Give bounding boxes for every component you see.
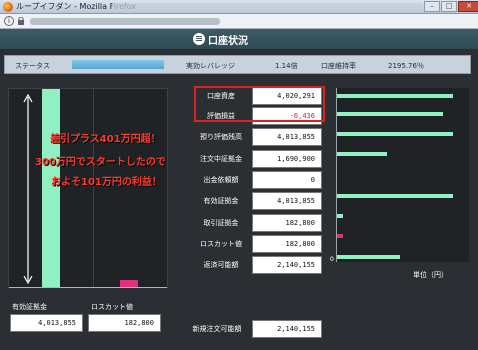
margin-chart [8, 88, 168, 288]
order-margin-value: 1,690,900 [252, 150, 322, 168]
new-order-label: 新規注文可能額 [192, 325, 242, 333]
status-indicator-bar [72, 60, 164, 69]
losscut-bar [120, 280, 138, 287]
effective-margin-value-r: 4,013,855 [252, 192, 322, 210]
chart-bar-3 [337, 152, 387, 156]
repayable-value: 2,140,155 [252, 256, 322, 274]
menu-circle-icon [193, 33, 205, 45]
app-header: 口座状況 [0, 29, 478, 49]
trade-margin-value: 182,800 [252, 214, 322, 232]
trade-margin-label: 取引証拠金 [203, 219, 239, 227]
effective-margin-value: 4,013,855 [10, 314, 83, 332]
double-arrow-icon [23, 93, 33, 285]
leverage-value: 1.14倍 [275, 62, 298, 70]
chart-bar-8 [337, 255, 400, 259]
chart-bar-7 [337, 234, 343, 238]
minimize-button[interactable]: – [424, 1, 440, 12]
account-bar-chart [336, 88, 469, 262]
withdrawal-label: 出金依頼額 [203, 176, 239, 184]
maintenance-value: 2195.76％ [388, 62, 424, 70]
annotation-line-1: 差引プラス401万円超！ [50, 134, 161, 145]
losscut-label-r: ロスカット値 [200, 240, 242, 248]
withdrawal-value: 0 [252, 171, 322, 189]
window-titlebar: ループイフダン - Mozilla Firefox – □ ✕ [0, 0, 478, 14]
losscut-value-r: 182,800 [252, 235, 322, 253]
status-label: ステータス [15, 62, 50, 70]
losscut-value: 182,800 [88, 314, 161, 332]
highlight-box [194, 86, 325, 122]
chart-divider [93, 89, 94, 287]
unit-label: 単位（円） [413, 271, 448, 279]
deposit-balance-label: 預り評価残高 [200, 133, 242, 141]
chart-bar-0 [337, 94, 453, 98]
maximize-button[interactable]: □ [441, 1, 457, 12]
firefox-icon [3, 2, 13, 12]
annotation-line-2: 300万円でスタートしたので [35, 157, 166, 168]
info-icon[interactable]: i [4, 16, 14, 26]
effective-margin-label: 有効証拠金 [12, 303, 47, 311]
chart-bar-6 [337, 214, 343, 218]
chart-bar-5 [337, 194, 453, 198]
chart-baseline [9, 287, 167, 288]
effective-margin-label-r: 有効証拠金 [203, 197, 239, 205]
repayable-label: 返済可能額 [203, 261, 239, 269]
leverage-label: 実効レバレッジ [186, 62, 235, 70]
losscut-label: ロスカット値 [91, 303, 133, 311]
chart-bar-2 [337, 132, 453, 136]
blurred-url [30, 18, 220, 25]
window-controls: – □ ✕ [424, 1, 478, 12]
blurred-region [112, 3, 422, 11]
margin-bar [42, 89, 60, 287]
close-button[interactable]: ✕ [458, 1, 478, 12]
maintenance-label: 口座維持率 [321, 62, 356, 70]
chart-bar-1 [337, 112, 443, 116]
lock-icon [18, 17, 24, 25]
chart-zero-label: 0 [330, 256, 334, 263]
new-order-value: 2,140,155 [252, 320, 322, 338]
url-bar[interactable]: i [0, 14, 478, 29]
order-margin-label: 注文中証拠金 [200, 155, 242, 163]
status-bar: ステータス 実効レバレッジ 1.14倍 口座維持率 2195.76％ [4, 55, 471, 74]
deposit-balance-value: 4,013,855 [252, 128, 322, 146]
page-title: 口座状況 [208, 36, 248, 47]
annotation-line-3: およそ101万円の利益！ [51, 177, 162, 188]
